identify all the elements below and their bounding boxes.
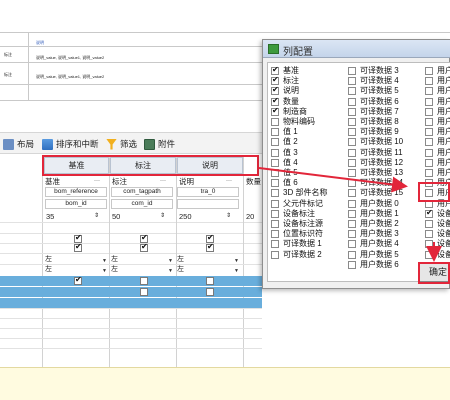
screenshot-root: 说明 标注 说明_value, 说明_value1, 说明_value2 标注 … [0, 0, 450, 400]
status-bar [0, 367, 450, 400]
annotation-arrow [258, 167, 408, 193]
annotation-arrows [258, 167, 442, 262]
